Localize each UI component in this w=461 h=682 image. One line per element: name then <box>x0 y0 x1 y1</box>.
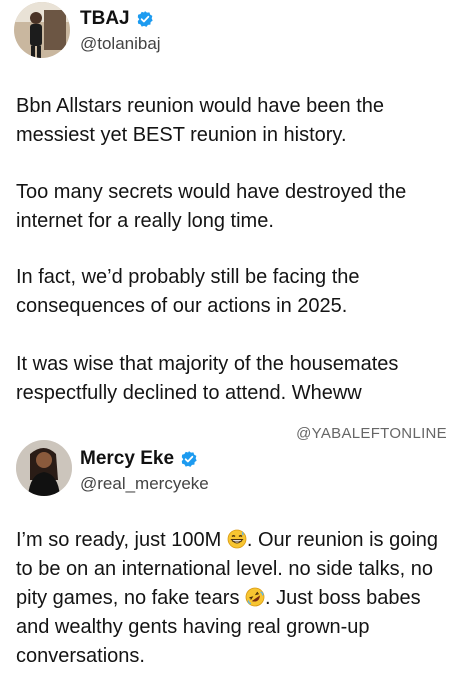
display-name[interactable]: TBAJ <box>80 8 130 30</box>
grinning-sweat-emoji-icon <box>227 529 247 549</box>
rofl-emoji-icon <box>245 587 265 607</box>
verified-badge-icon <box>180 450 198 468</box>
display-name[interactable]: Mercy Eke <box>80 448 174 470</box>
avatar-mercy-eke[interactable] <box>16 440 72 496</box>
tweet-body: I’m so ready, just 100M . Our reunion is… <box>16 526 452 671</box>
tweet-paragraph: Bbn Allstars reunion would have been the… <box>16 95 385 146</box>
tweet-paragraph: It was wise that majority of the housema… <box>16 353 399 404</box>
tweet-paragraph: In fact, we’d probably still be facing t… <box>16 266 360 317</box>
avatar-tbaj[interactable] <box>14 2 70 58</box>
tweet-paragraph: Too many secrets would have destroyed th… <box>16 181 407 232</box>
handle[interactable]: @real_mercyeke <box>80 474 209 494</box>
handle[interactable]: @tolanibaj <box>80 34 161 54</box>
verified-badge-icon <box>136 10 154 28</box>
tweet-text-segment: I’m so ready, just 100M <box>16 529 227 551</box>
watermark: @YABALEFTONLINE <box>296 425 447 442</box>
